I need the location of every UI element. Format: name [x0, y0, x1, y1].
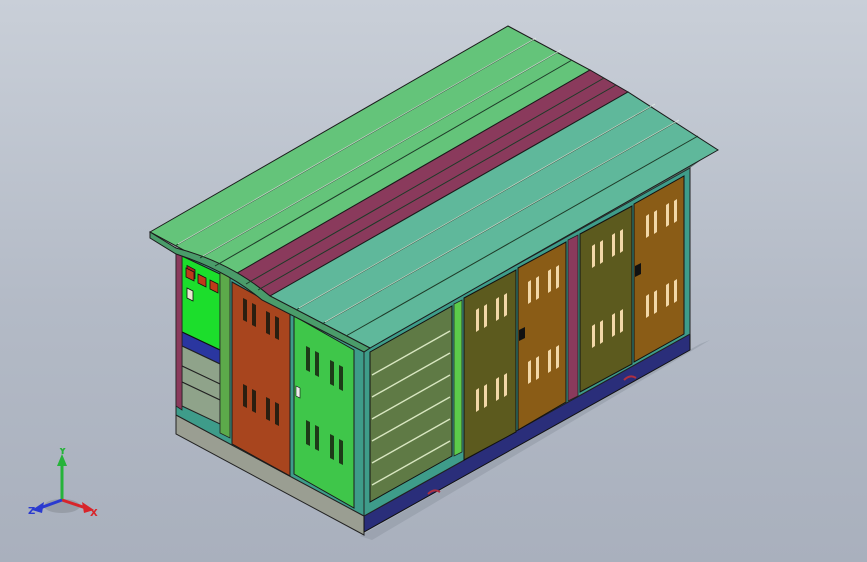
axis-label-x: X: [90, 508, 98, 519]
cad-graphics-viewport[interactable]: Y X Z: [0, 0, 867, 562]
side-post-2: [567, 234, 579, 402]
side-post-1: [453, 299, 463, 457]
door-handle-icon[interactable]: [295, 385, 301, 399]
axis-triad-icon: Y X Z: [28, 448, 98, 519]
side-door-olive-1[interactable]: [463, 269, 517, 461]
axis-label-z: Z: [28, 506, 35, 517]
side-door-olive-2[interactable]: [579, 205, 633, 393]
end-divider-post: [219, 271, 231, 439]
end-door-green[interactable]: [293, 315, 355, 509]
axis-label-y: Y: [58, 448, 67, 457]
substation-model[interactable]: [0, 0, 867, 562]
end-edge-strip: [175, 249, 183, 411]
end-door-rust[interactable]: [231, 281, 291, 477]
